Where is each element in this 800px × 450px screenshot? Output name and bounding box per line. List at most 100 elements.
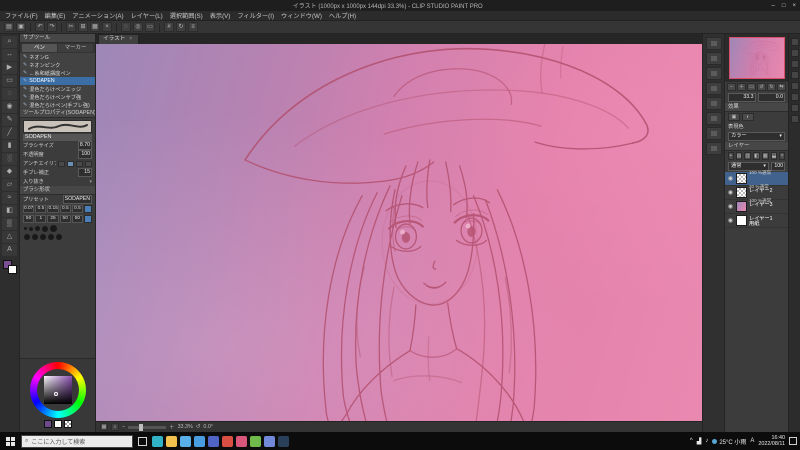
nav-angle-value[interactable]: 0.0 xyxy=(757,93,785,102)
subtool-item[interactable]: ✎ ←糸和紙講座ペン xyxy=(20,69,95,77)
brush-tip-dot[interactable] xyxy=(32,234,38,240)
minimize-button[interactable]: – xyxy=(772,3,775,9)
zoom-tool-icon[interactable]: ⌕ xyxy=(111,423,119,431)
fill-tool-icon[interactable]: ◧ xyxy=(2,205,17,217)
layer-thumbnail[interactable] xyxy=(736,187,747,198)
selection-launcher-icon[interactable]: ▭ xyxy=(145,22,155,32)
copy-icon[interactable]: ⊞ xyxy=(78,22,88,32)
layer-thumbnail[interactable] xyxy=(736,215,747,226)
delete-layer-icon[interactable]: × xyxy=(779,152,786,160)
eraser-tool-icon[interactable]: ▱ xyxy=(2,179,17,191)
layer-visibility-icon[interactable]: ◉ xyxy=(727,203,734,210)
start-button[interactable] xyxy=(6,436,15,446)
operation-tool-icon[interactable]: ▶ xyxy=(2,62,17,74)
nav-rotate-right-icon[interactable]: ↻ xyxy=(767,83,776,91)
subtool-item[interactable]: ✎ 混色だらけペンエッジ xyxy=(20,85,95,93)
merge-layer-icon[interactable]: ◧ xyxy=(753,152,760,160)
taskbar-app-photos[interactable] xyxy=(208,435,219,447)
transparent-color-swatch[interactable] xyxy=(63,420,72,428)
taskbar-search-input[interactable]: ⌕ ここに入力して検索 xyxy=(21,434,133,448)
pencil-tool-icon[interactable]: ╱ xyxy=(2,127,17,139)
close-button[interactable]: × xyxy=(792,3,796,9)
nav-fit-icon[interactable]: ▭ xyxy=(747,83,756,91)
zoom-out-button[interactable]: − xyxy=(122,424,125,430)
taskbar-app-edge[interactable] xyxy=(152,435,163,447)
stabilization-row[interactable]: 手ブレ補正 15 xyxy=(20,168,95,177)
nav-zoom-out-icon[interactable]: − xyxy=(727,83,736,91)
taskbar-app-store[interactable] xyxy=(180,435,191,447)
current-color-swatch[interactable] xyxy=(43,420,52,428)
auto-action-palette-icon[interactable] xyxy=(705,82,722,95)
preset-value[interactable]: SODAPEN xyxy=(62,195,92,204)
collapsed-palette-icon[interactable] xyxy=(790,49,799,57)
brush-tip-dot[interactable] xyxy=(24,234,30,240)
saturation-value-square[interactable] xyxy=(43,376,72,404)
brush-tip-dot[interactable] xyxy=(40,234,46,240)
subtool-item[interactable]: ✎ 混色だらけペン(手ブレ強) xyxy=(20,101,95,109)
decoration-tool-icon[interactable]: ◆ xyxy=(2,166,17,178)
tab-pen[interactable]: ペン xyxy=(22,44,57,52)
save-icon[interactable]: ▣ xyxy=(16,22,26,32)
antialias-row[interactable]: アンチエイリアス xyxy=(20,159,95,168)
paste-icon[interactable]: ▦ xyxy=(90,22,100,32)
menu-layer[interactable]: レイヤー(L) xyxy=(131,11,163,20)
new-layer-icon[interactable]: + xyxy=(728,152,734,160)
document-tab[interactable]: イラスト × xyxy=(98,34,140,44)
deselect-icon[interactable]: ◌ xyxy=(121,22,131,32)
sub-color-swatch[interactable] xyxy=(53,420,62,428)
menu-view[interactable]: 表示(V) xyxy=(210,11,231,20)
grid-icon[interactable]: # xyxy=(164,22,174,32)
brush-tip-dot[interactable] xyxy=(50,225,57,232)
fit-screen-icon[interactable]: ▦ xyxy=(100,423,108,431)
undo-icon[interactable]: ↶ xyxy=(35,22,45,32)
collapsed-palette-icon[interactable] xyxy=(790,71,799,79)
menu-window[interactable]: ウィンドウ(W) xyxy=(281,11,322,20)
zoom-tool-icon[interactable]: ⌕ xyxy=(2,36,17,48)
eyedropper-tool-icon[interactable]: ◉ xyxy=(2,101,17,113)
layer-thumbnail[interactable] xyxy=(736,173,747,184)
expression-color-dropdown[interactable]: カラー ▾ xyxy=(728,132,785,141)
tab-close-icon[interactable]: × xyxy=(129,35,132,44)
taskbar-app-clip-studio[interactable] xyxy=(236,435,247,447)
task-view-button[interactable] xyxy=(138,436,147,446)
timeline-palette-icon[interactable] xyxy=(705,142,722,155)
preset-row[interactable]: プリセット SODAPEN xyxy=(20,195,95,204)
param-color-chip[interactable] xyxy=(84,215,93,223)
layer-visibility-icon[interactable]: ◉ xyxy=(727,189,734,196)
nav-zoom-value[interactable]: 33.3 xyxy=(728,93,756,102)
airbrush-tool-icon[interactable]: ░ xyxy=(2,153,17,165)
tone-effect-icon[interactable]: ◐ xyxy=(742,113,754,121)
menu-animation[interactable]: アニメーション(A) xyxy=(72,11,123,20)
subview-palette-icon[interactable] xyxy=(705,127,722,140)
collapsed-palette-icon[interactable] xyxy=(790,82,799,90)
taskbar-app-mail[interactable] xyxy=(194,435,205,447)
tab-marker[interactable]: マーカー xyxy=(58,44,93,52)
antialias-mid-button[interactable] xyxy=(76,160,83,167)
layer-visibility-icon[interactable]: ◉ xyxy=(727,217,734,224)
opacity-row[interactable]: 不透明度 100 xyxy=(20,150,95,159)
title-bar[interactable]: イラスト (1000px x 1000px 144dpi 33.3%) - CL… xyxy=(0,0,800,11)
invert-selection-icon[interactable]: ◎ xyxy=(133,22,143,32)
text-tool-icon[interactable]: A xyxy=(2,244,17,256)
notification-center-icon[interactable] xyxy=(789,437,797,445)
navigator-thumbnail[interactable] xyxy=(728,37,785,79)
information-palette-icon[interactable] xyxy=(705,97,722,110)
brush-tip-dot[interactable] xyxy=(24,227,27,230)
taskbar-app-steam[interactable] xyxy=(278,435,289,447)
rotate-reset-icon[interactable]: ↺ xyxy=(196,424,201,430)
zoom-in-button[interactable]: ＋ xyxy=(169,423,174,431)
nav-rotate-left-icon[interactable]: ↺ xyxy=(757,83,766,91)
item-bank-palette-icon[interactable] xyxy=(705,112,722,125)
transfer-layer-icon[interactable]: ▥ xyxy=(744,152,752,160)
antialias-none-button[interactable] xyxy=(58,160,65,167)
menu-edit[interactable]: 編集(E) xyxy=(45,11,66,20)
zoom-slider[interactable] xyxy=(128,423,167,431)
menu-selection[interactable]: 選択範囲(S) xyxy=(170,11,203,20)
quick-access-palette-icon[interactable] xyxy=(705,37,722,50)
brush-tip-dot[interactable] xyxy=(35,226,40,231)
brush-tip-dot[interactable] xyxy=(29,226,33,231)
collapsed-palette-icon[interactable] xyxy=(790,104,799,112)
new-folder-icon[interactable]: ▤ xyxy=(735,152,743,160)
main-sub-color-chips[interactable] xyxy=(2,260,17,274)
color-wheel[interactable] xyxy=(29,362,86,418)
